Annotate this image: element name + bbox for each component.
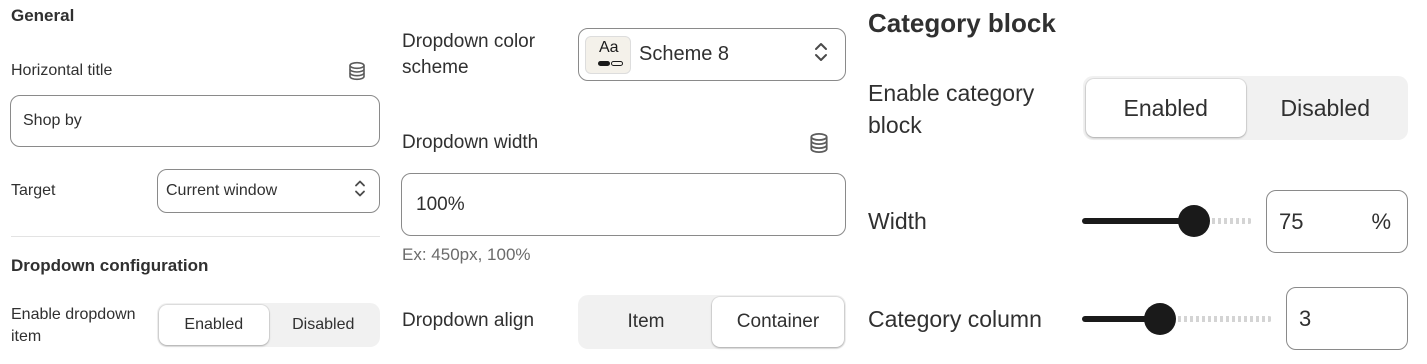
width-label: Width	[868, 208, 927, 234]
enable-category-block-toggle[interactable]: Enabled Disabled	[1083, 76, 1408, 140]
horizontal-title-input[interactable]: Shop by	[10, 95, 380, 147]
horizontal-title-label: Horizontal title	[11, 62, 113, 79]
dropdown-width-input[interactable]: 100%	[401, 173, 846, 236]
enable-dropdown-toggle[interactable]: Enabled Disabled	[157, 303, 380, 347]
width-slider[interactable]	[1082, 204, 1252, 238]
target-label: Target	[11, 182, 56, 199]
dropdown-width-help: Ex: 450px, 100%	[402, 245, 531, 264]
width-slider-thumb[interactable]	[1178, 205, 1210, 237]
enable-dropdown-enabled-option[interactable]: Enabled	[159, 305, 269, 345]
category-column-slider-thumb[interactable]	[1144, 303, 1176, 335]
dropdown-color-scheme-label: Dropdown color scheme	[402, 31, 536, 78]
category-column-label: Category column	[868, 306, 1042, 332]
database-icon[interactable]	[347, 61, 367, 86]
database-icon[interactable]	[808, 132, 830, 159]
chevron-up-down-icon	[813, 40, 829, 70]
category-block-heading: Category block	[868, 8, 1056, 38]
width-value: 75	[1279, 208, 1304, 234]
dropdown-align-toggle[interactable]: Item Container	[578, 295, 846, 349]
category-column-slider[interactable]	[1082, 302, 1272, 336]
enable-dropdown-disabled-option[interactable]: Disabled	[269, 305, 379, 345]
color-scheme-value: Scheme 8	[639, 43, 730, 65]
enable-category-block-label: Enable category block	[868, 80, 1035, 138]
dropdown-align-container-option[interactable]: Container	[712, 297, 844, 347]
category-block-disabled-option[interactable]: Disabled	[1246, 79, 1406, 137]
dropdown-configuration-heading: Dropdown configuration	[11, 256, 209, 275]
category-column-value: 3	[1299, 305, 1312, 331]
color-scheme-select[interactable]: Aa Scheme 8	[578, 28, 846, 81]
swatch-secondary-bar	[611, 60, 623, 66]
chevron-up-down-icon	[353, 179, 367, 204]
category-column-slider-track	[1160, 316, 1272, 322]
dropdown-width-label: Dropdown width	[402, 132, 539, 153]
swatch-text: Aa	[599, 38, 619, 56]
dropdown-align-label: Dropdown align	[402, 310, 535, 331]
width-unit: %	[1371, 208, 1391, 234]
section-divider	[11, 236, 380, 237]
color-scheme-swatch: Aa	[585, 35, 631, 74]
swatch-primary-bar	[598, 60, 610, 66]
horizontal-title-value: Shop by	[23, 112, 82, 129]
dropdown-width-value: 100%	[416, 193, 465, 215]
width-input[interactable]: 75 %	[1266, 190, 1408, 253]
target-select[interactable]: Current window	[157, 169, 380, 213]
enable-dropdown-label: Enable dropdown item	[11, 306, 136, 345]
target-value: Current window	[166, 182, 278, 199]
dropdown-align-item-option[interactable]: Item	[580, 297, 712, 347]
category-block-enabled-option[interactable]: Enabled	[1086, 79, 1246, 137]
category-column-input[interactable]: 3	[1286, 287, 1408, 350]
general-heading: General	[11, 6, 75, 25]
